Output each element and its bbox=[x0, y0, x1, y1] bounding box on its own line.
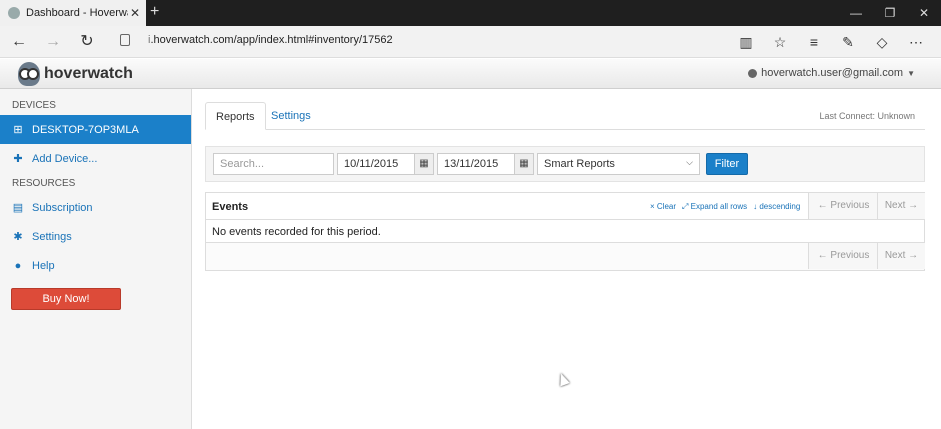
next-button[interactable]: Next → bbox=[877, 193, 925, 219]
windows-icon: ⊞ bbox=[13, 124, 23, 136]
previous-button[interactable]: ← Previous bbox=[808, 243, 878, 269]
events-title: Events bbox=[212, 201, 249, 213]
sidebar-item-help[interactable]: ● Help bbox=[0, 251, 191, 280]
device-label: DESKTOP-7OP3MLA bbox=[32, 123, 139, 136]
search-input[interactable]: Search... bbox=[213, 153, 334, 175]
chevron-down-icon: ⌵ bbox=[686, 157, 693, 167]
more-icon[interactable]: ⋯ bbox=[905, 32, 927, 52]
web-note-icon[interactable]: ✎ bbox=[837, 32, 859, 52]
report-type-select[interactable]: Smart Reports ⌵ bbox=[537, 153, 700, 175]
card-icon: ▤ bbox=[12, 202, 24, 214]
filter-bar: Search... 10/11/2015 ▦ 13/11/2015 ▦ Smar… bbox=[205, 146, 925, 182]
sidebar-item-add-device[interactable]: ✚ Add Device... bbox=[0, 144, 191, 173]
tab-bar: Reports Settings Last Connect: Unknown bbox=[205, 102, 925, 130]
report-type-value: Smart Reports bbox=[544, 158, 615, 170]
share-icon[interactable]: ◇ bbox=[871, 32, 893, 52]
restore-button[interactable]: ❐ bbox=[873, 0, 907, 26]
events-header: Events × Clear ⤢ Expand all rows ↓ desce… bbox=[206, 193, 925, 220]
filter-button[interactable]: Filter bbox=[706, 153, 748, 175]
sidebar-item-subscription[interactable]: ▤ Subscription bbox=[0, 193, 191, 222]
events-panel: Events × Clear ⤢ Expand all rows ↓ desce… bbox=[205, 192, 925, 271]
sidebar-item-device[interactable]: ⊞ DESKTOP-7OP3MLA bbox=[0, 115, 191, 144]
gear-icon: ✱ bbox=[13, 231, 23, 243]
minimize-button[interactable]: — bbox=[839, 0, 873, 26]
tab-reports[interactable]: Reports bbox=[205, 102, 266, 130]
sort-order-link[interactable]: ↓ descending bbox=[753, 202, 800, 212]
settings-label: Settings bbox=[32, 230, 72, 243]
close-tab-icon[interactable]: ✕ bbox=[130, 6, 140, 20]
events-footer: ← Previous Next → bbox=[206, 243, 925, 270]
close-window-button[interactable]: ✕ bbox=[907, 0, 941, 26]
mouse-cursor-icon bbox=[556, 371, 570, 387]
owl-logo-icon bbox=[18, 62, 40, 86]
browser-tab[interactable]: Dashboard - Hoverwatch ✕ bbox=[0, 0, 146, 26]
new-tab-button[interactable]: + bbox=[150, 3, 159, 21]
help-label: Help bbox=[32, 259, 55, 272]
previous-button[interactable]: ← Previous bbox=[808, 193, 878, 219]
favorite-star-icon[interactable]: ☆ bbox=[769, 32, 791, 52]
brand-name: hoverwatch bbox=[44, 65, 133, 82]
lock-icon bbox=[120, 34, 130, 46]
url-text: .hoverwatch.com/app/index.html#inventory… bbox=[150, 34, 393, 46]
user-icon bbox=[748, 68, 758, 78]
subscription-label: Subscription bbox=[32, 201, 93, 214]
window-controls: — ❐ ✕ bbox=[839, 0, 941, 26]
hub-icon[interactable]: ≡ bbox=[803, 32, 825, 52]
browser-toolbar: ▥ ☆ ≡ ✎ ◇ ⋯ bbox=[735, 32, 927, 52]
logo[interactable]: hoverwatch bbox=[18, 62, 133, 86]
app-header: hoverwatch hoverwatch.user@gmail.com ▼ bbox=[0, 59, 941, 89]
user-menu[interactable]: hoverwatch.user@gmail.com ▼ bbox=[748, 67, 915, 79]
help-icon: ● bbox=[14, 259, 22, 272]
chevron-down-icon: ▼ bbox=[907, 68, 915, 78]
resources-heading: RESOURCES bbox=[12, 178, 76, 189]
address-bar: ← → ↻ i.hoverwatch.com/app/index.html#in… bbox=[0, 26, 941, 58]
clear-link[interactable]: × Clear bbox=[650, 202, 676, 212]
tab-title: Dashboard - Hoverwatch bbox=[26, 7, 128, 19]
browser-tab-bar: Dashboard - Hoverwatch ✕ + — ❐ ✕ bbox=[0, 0, 941, 26]
calendar-icon[interactable]: ▦ bbox=[414, 153, 434, 175]
back-button[interactable]: ← bbox=[8, 32, 30, 52]
favicon-icon bbox=[8, 7, 20, 19]
next-button[interactable]: Next → bbox=[877, 243, 925, 269]
tab-settings[interactable]: Settings bbox=[261, 102, 321, 130]
last-connect-status: Last Connect: Unknown bbox=[819, 111, 915, 121]
devices-heading: DEVICES bbox=[12, 100, 56, 111]
events-actions: × Clear ⤢ Expand all rows ↓ descending bbox=[650, 202, 800, 212]
url-field[interactable]: i.hoverwatch.com/app/index.html#inventor… bbox=[148, 34, 393, 46]
forward-button[interactable]: → bbox=[42, 32, 64, 52]
reading-view-icon[interactable]: ▥ bbox=[735, 32, 757, 52]
calendar-icon[interactable]: ▦ bbox=[514, 153, 534, 175]
user-email: hoverwatch.user@gmail.com bbox=[761, 67, 904, 79]
refresh-button[interactable]: ↻ bbox=[76, 32, 98, 52]
main-content: Reports Settings Last Connect: Unknown S… bbox=[205, 102, 925, 271]
expand-all-link[interactable]: ⤢ Expand all rows bbox=[682, 202, 747, 212]
buy-now-button[interactable]: Buy Now! bbox=[11, 288, 121, 310]
events-empty-message: No events recorded for this period. bbox=[206, 220, 924, 243]
sidebar-item-settings[interactable]: ✱ Settings bbox=[0, 222, 191, 251]
plus-icon: ✚ bbox=[13, 153, 23, 165]
sidebar: DEVICES ⊞ DESKTOP-7OP3MLA ✚ Add Device..… bbox=[0, 89, 192, 429]
add-device-label: Add Device... bbox=[32, 152, 98, 165]
